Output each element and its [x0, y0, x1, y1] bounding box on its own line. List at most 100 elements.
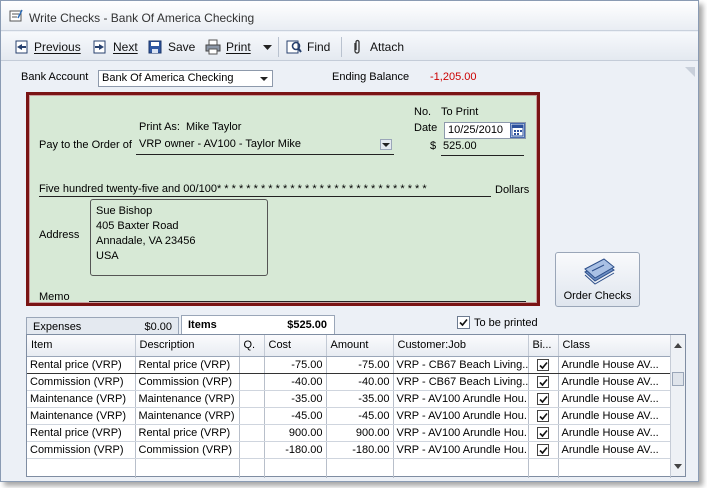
cell-qty[interactable]	[239, 355, 265, 374]
cell-amount[interactable]: -45.00	[326, 407, 394, 425]
cell-description[interactable]: Rental price (VRP)	[135, 355, 240, 374]
cell-item[interactable]: Commission (VRP)	[27, 441, 136, 459]
cell-item[interactable]: Rental price (VRP)	[27, 355, 136, 374]
table-row[interactable]: Rental price (VRP) Rental price (VRP) 900.…	[27, 424, 671, 442]
cell-cost[interactable]: -40.00	[264, 373, 327, 391]
cell-qty[interactable]	[239, 390, 265, 408]
empty-cell[interactable]	[27, 458, 136, 478]
cell-cost[interactable]: -35.00	[264, 390, 327, 408]
cell-cost[interactable]: -180.00	[264, 441, 327, 459]
table-row[interactable]: Commission (VRP) Commission (VRP) -40.00 -4…	[27, 373, 671, 391]
title-bar[interactable]: Write Checks - Bank Of America Checking	[1, 1, 698, 31]
cell-amount[interactable]: -40.00	[326, 373, 394, 391]
tab-items[interactable]: Items $525.00	[181, 315, 335, 335]
empty-cell[interactable]	[528, 458, 559, 478]
cell-qty[interactable]	[239, 424, 265, 442]
cell-item[interactable]: Commission (VRP)	[27, 373, 136, 391]
table-row[interactable]: Maintenance (VRP) Maintenance (VRP) -35.00…	[27, 390, 671, 408]
cell-customer-job[interactable]: VRP - CB67 Beach Living...	[393, 355, 529, 374]
cell-amount[interactable]: 900.00	[326, 424, 394, 442]
cell-class[interactable]: Arundle House AV...	[558, 424, 671, 442]
empty-cell[interactable]	[135, 458, 240, 478]
col-customer-job[interactable]: Customer:Job	[393, 335, 529, 357]
cell-description[interactable]: Commission (VRP)	[135, 373, 240, 391]
billable-checkbox[interactable]	[537, 358, 549, 371]
scroll-down-icon[interactable]	[674, 460, 682, 472]
cell-billable[interactable]	[528, 355, 559, 374]
cell-amount[interactable]: -75.00	[326, 355, 394, 374]
previous-button[interactable]: Previous	[13, 37, 81, 56]
calendar-button[interactable]	[510, 123, 525, 138]
billable-checkbox[interactable]	[537, 392, 549, 405]
check-number-value[interactable]: To Print	[441, 106, 478, 118]
cell-billable[interactable]	[528, 441, 559, 459]
cell-description[interactable]: Rental price (VRP)	[135, 424, 240, 442]
to-be-printed-checkbox[interactable]	[457, 316, 470, 329]
billable-checkbox[interactable]	[537, 375, 549, 388]
col-item[interactable]: Item	[27, 335, 136, 357]
col-qty[interactable]: Q.	[239, 335, 265, 357]
cell-billable[interactable]	[528, 390, 559, 408]
save-button[interactable]: Save	[147, 37, 195, 56]
cell-qty[interactable]	[239, 373, 265, 391]
cell-class[interactable]: Arundle House AV...	[558, 390, 671, 408]
table-row[interactable]: Maintenance (VRP) Maintenance (VRP) -45.00…	[27, 407, 671, 425]
cell-item[interactable]: Rental price (VRP)	[27, 424, 136, 442]
empty-row[interactable]	[27, 458, 671, 478]
empty-cell[interactable]	[239, 458, 265, 478]
tab-expenses[interactable]: Expenses $0.00	[26, 317, 179, 335]
cell-billable[interactable]	[528, 407, 559, 425]
billable-checkbox[interactable]	[537, 443, 549, 456]
empty-cell[interactable]	[558, 458, 671, 478]
cell-cost[interactable]: -45.00	[264, 407, 327, 425]
cell-cost[interactable]: -75.00	[264, 355, 327, 374]
table-row[interactable]: Commission (VRP) Commission (VRP) -180.00-…	[27, 441, 671, 459]
cell-billable[interactable]	[528, 373, 559, 391]
col-description[interactable]: Description	[135, 335, 240, 357]
cell-description[interactable]: Commission (VRP)	[135, 441, 240, 459]
empty-cell[interactable]	[393, 458, 529, 478]
billable-checkbox[interactable]	[537, 409, 549, 422]
next-button[interactable]: Next	[92, 37, 138, 56]
cell-customer-job[interactable]: VRP - CB67 Beach Living...	[393, 373, 529, 391]
cell-amount[interactable]: -35.00	[326, 390, 394, 408]
vertical-scrollbar[interactable]	[670, 335, 685, 476]
cell-description[interactable]: Maintenance (VRP)	[135, 390, 240, 408]
address-field[interactable]: Sue Bishop 405 Baxter Road Annadale, VA …	[90, 199, 268, 276]
cell-class[interactable]: Arundle House AV...	[558, 441, 671, 459]
cell-amount[interactable]: -180.00	[326, 441, 394, 459]
cell-qty[interactable]	[239, 407, 265, 425]
empty-cell[interactable]	[264, 458, 327, 478]
cell-cost[interactable]: 900.00	[264, 424, 327, 442]
cell-qty[interactable]	[239, 441, 265, 459]
col-class[interactable]: Class	[558, 335, 671, 357]
print-dropdown-arrow[interactable]	[263, 37, 272, 56]
order-checks-button[interactable]: Order Checks	[555, 252, 640, 307]
print-button[interactable]: Print	[205, 37, 251, 56]
empty-cell[interactable]	[326, 458, 394, 478]
cell-item[interactable]: Maintenance (VRP)	[27, 390, 136, 408]
cell-class[interactable]: Arundle House AV...	[558, 355, 671, 374]
find-button[interactable]: Find	[286, 37, 330, 56]
cell-customer-job[interactable]: VRP - AV100 Arundle Hou...	[393, 441, 529, 459]
col-cost[interactable]: Cost	[264, 335, 327, 357]
col-billable[interactable]: Bi...	[528, 335, 559, 357]
cell-item[interactable]: Maintenance (VRP)	[27, 407, 136, 425]
cell-class[interactable]: Arundle House AV...	[558, 373, 671, 391]
cell-customer-job[interactable]: VRP - AV100 Arundle Hou...	[393, 407, 529, 425]
scroll-up-icon[interactable]	[674, 339, 682, 351]
cell-description[interactable]: Maintenance (VRP)	[135, 407, 240, 425]
amount-field[interactable]: 525.00	[443, 140, 477, 152]
attach-button[interactable]: Attach	[349, 37, 404, 56]
bank-account-select[interactable]: Bank Of America Checking	[98, 70, 273, 87]
cell-customer-job[interactable]: VRP - AV100 Arundle Hou...	[393, 390, 529, 408]
billable-checkbox[interactable]	[537, 426, 549, 439]
cell-customer-job[interactable]: VRP - AV100 Arundle Hou...	[393, 424, 529, 442]
scroll-thumb[interactable]	[672, 372, 684, 386]
resize-grip-icon[interactable]	[685, 67, 695, 77]
col-amount[interactable]: Amount	[326, 335, 394, 357]
cell-class[interactable]: Arundle House AV...	[558, 407, 671, 425]
payee-select[interactable]: VRP owner - AV100 - Taylor Mike	[136, 137, 394, 154]
cell-billable[interactable]	[528, 424, 559, 442]
memo-field[interactable]	[89, 301, 526, 302]
